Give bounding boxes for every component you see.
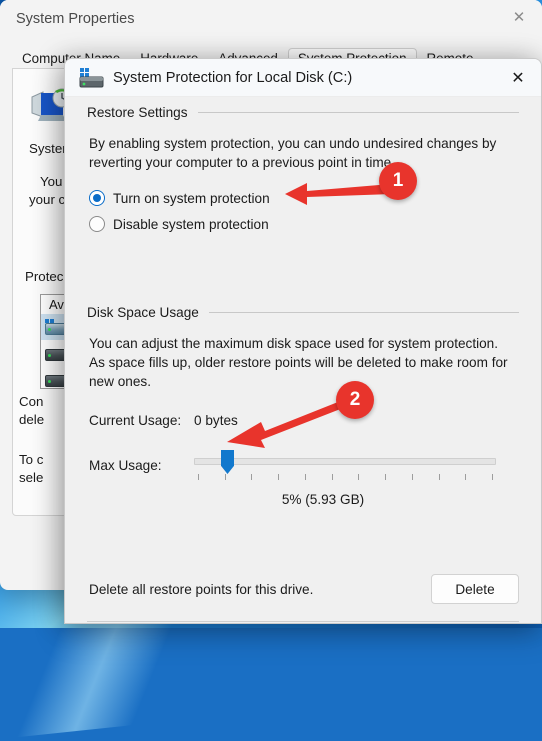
annotation-arrow-2 (227, 400, 343, 448)
bg-create-line1: To c (19, 452, 44, 467)
slider-tick (198, 474, 199, 480)
max-usage-value-text: 5% (5.93 GB) (281, 492, 365, 507)
delete-restore-points-text: Delete all restore points for this drive… (89, 581, 314, 597)
annotation-badge-2: 2 (336, 381, 374, 419)
annotation-badge-1: 1 (379, 162, 417, 200)
disk-space-usage-title: Disk Space Usage (87, 305, 199, 320)
dialog-titlebar: System Protection for Local Disk (C:) ✕ (65, 59, 541, 97)
slider-tick (358, 474, 359, 480)
bg-create-line2: sele (19, 470, 44, 485)
divider (197, 112, 519, 113)
restore-settings-group: Restore Settings By enabling system prot… (65, 105, 541, 242)
disk-space-usage-header: Disk Space Usage (65, 305, 541, 320)
slider-tick (492, 474, 493, 480)
slider-tick (385, 474, 386, 480)
system-properties-title: System Properties (16, 11, 135, 27)
restore-settings-description: By enabling system protection, you can u… (89, 136, 497, 170)
slider-tick (465, 474, 466, 480)
slider-tick (225, 474, 226, 480)
close-icon[interactable]: ✕ (495, 59, 541, 96)
slider-tick (332, 474, 333, 480)
max-usage-slider[interactable] (194, 448, 496, 481)
divider (208, 312, 519, 313)
delete-restore-points-row: Delete all restore points for this drive… (65, 574, 541, 604)
footer-divider (87, 621, 519, 622)
disk-space-usage-description: You can adjust the maximum disk space us… (89, 336, 508, 389)
dialog-title: System Protection for Local Disk (C:) (113, 69, 353, 86)
max-usage-label: Max Usage: (89, 458, 162, 473)
slider-tick (305, 474, 306, 480)
delete-button[interactable]: Delete (431, 574, 519, 604)
slider-ticks (194, 474, 496, 481)
slider-tick (278, 474, 279, 480)
close-icon[interactable]: ✕ (496, 0, 542, 34)
slider-thumb[interactable] (221, 450, 234, 474)
max-usage-row: Max Usage: (89, 448, 541, 481)
slider-tick (412, 474, 413, 480)
bg-configure-line1: Con (19, 394, 44, 409)
radio-label-turn-on: Turn on system protection (113, 190, 270, 206)
current-usage-label: Current Usage: (89, 413, 182, 428)
radio-indicator-off[interactable] (89, 216, 105, 232)
slider-tick (251, 474, 252, 480)
annotation-arrow-1 (285, 183, 391, 205)
system-properties-titlebar: System Properties ✕ (0, 0, 542, 38)
bg-system-restore-line2: your c (29, 192, 66, 207)
restore-settings-header: Restore Settings (65, 105, 541, 120)
bg-configure-line2: dele (19, 412, 45, 427)
slider-tick (439, 474, 440, 480)
slider-track[interactable] (194, 458, 496, 465)
bg-protection-settings-heading: Protec (25, 269, 64, 284)
restore-settings-title: Restore Settings (87, 105, 188, 120)
radio-indicator-on[interactable] (89, 190, 105, 206)
radio-disable-system-protection[interactable]: Disable system protection (89, 216, 541, 232)
hard-drive-icon (79, 67, 105, 88)
radio-label-disable: Disable system protection (113, 216, 269, 232)
system-protection-dialog: System Protection for Local Disk (C:) ✕ … (64, 58, 542, 624)
